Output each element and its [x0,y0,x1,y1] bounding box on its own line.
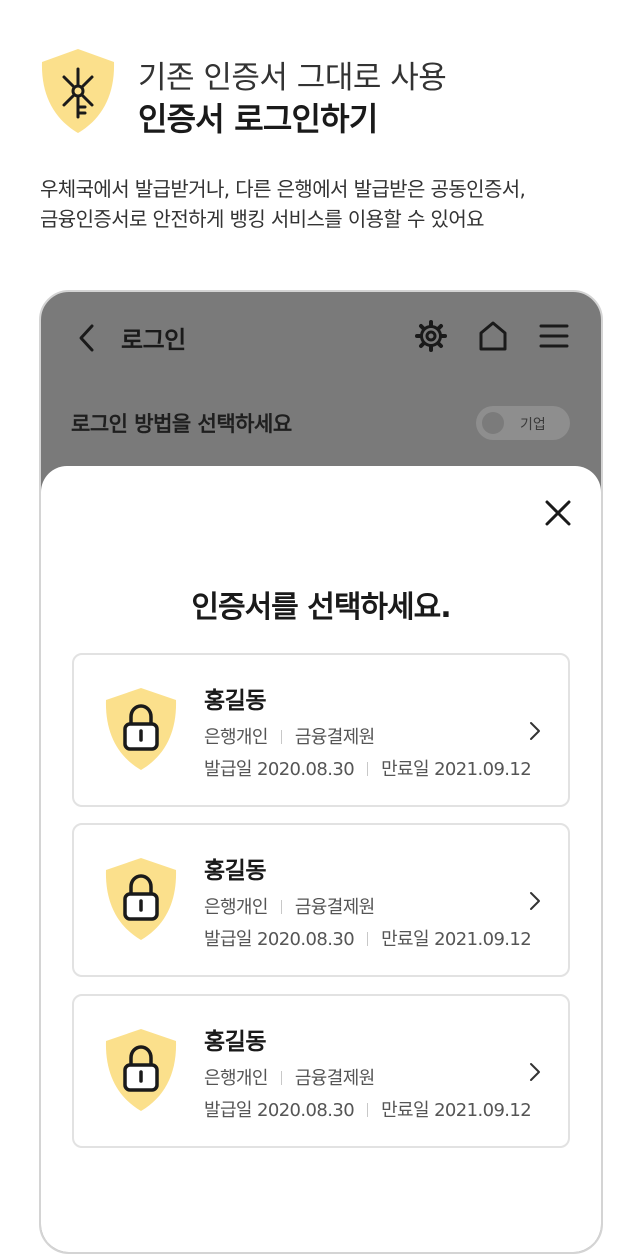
business-toggle[interactable]: 기업 [476,406,570,440]
divider [367,762,369,776]
home-icon[interactable] [478,320,508,352]
hero-description: 우체국에서 발급받거나, 다른 은행에서 발급받은 공동인증서, 금융인증서로 … [40,174,610,234]
divider [280,900,282,914]
description-line: 우체국에서 발급받거나, 다른 은행에서 발급받은 공동인증서, [40,177,526,201]
nav-title: 로그인 [121,326,186,354]
certificate-type: 은행개인 [204,897,268,918]
divider [367,932,369,946]
back-icon[interactable] [77,322,95,354]
certificate-date-line: 발급일 2020.08.30 만료일 2021.09.12 [204,1096,532,1122]
login-method-label: 로그인 방법을 선택하세요 [71,412,292,436]
close-icon[interactable] [543,498,573,528]
certificate-type-line: 은행개인 금융결제원 [204,1064,375,1090]
certificate-owner: 홍길동 [204,688,266,714]
certificate-expires: 만료일 2021.09.12 [381,1100,532,1121]
certificate-card[interactable]: 홍길동 은행개인 금융결제원 발급일 2020.08.30 만료일 2021.09.… [72,994,570,1148]
gear-icon[interactable] [415,320,447,352]
certificate-expires: 만료일 2021.09.12 [381,759,532,780]
certificate-date-line: 발급일 2020.08.30 만료일 2021.09.12 [204,755,532,781]
divider [367,1103,369,1117]
divider [280,730,282,744]
toggle-label: 기업 [520,417,546,433]
certificate-date-line: 발급일 2020.08.30 만료일 2021.09.12 [204,925,532,951]
certificate-card[interactable]: 홍길동 은행개인 금융결제원 발급일 2020.08.30 만료일 2021.09.… [72,653,570,807]
lock-shield-icon [105,1029,177,1111]
certificate-type-line: 은행개인 금융결제원 [204,723,375,749]
toggle-knob [482,412,504,434]
menu-icon[interactable] [539,322,569,350]
description-line: 금융인증서로 안전하게 뱅킹 서비스를 이용할 수 있어요 [40,207,485,231]
certificate-type-line: 은행개인 금융결제원 [204,893,375,919]
certificate-sheet: 인증서를 선택하세요. 홍길동 은행개인 금융결제원 발급일 2020.08.30… [41,466,601,1252]
certificate-card[interactable]: 홍길동 은행개인 금융결제원 발급일 2020.08.30 만료일 2021.09.… [72,823,570,977]
certificate-issued: 발급일 2020.08.30 [204,1100,355,1121]
certificate-type: 은행개인 [204,727,268,748]
lock-shield-icon [105,858,177,940]
certificate-expires: 만료일 2021.09.12 [381,929,532,950]
chevron-right-icon [530,722,540,740]
hero-title: 인증서 로그인하기 [138,100,378,138]
certificate-issuer: 금융결제원 [294,727,375,748]
certificate-type: 은행개인 [204,1068,268,1089]
lock-shield-icon [105,688,177,770]
certificate-owner: 홍길동 [204,858,266,884]
certificate-issued: 발급일 2020.08.30 [204,929,355,950]
certificate-owner: 홍길동 [204,1029,266,1055]
certificate-issuer: 금융결제원 [294,897,375,918]
certificate-issued: 발급일 2020.08.30 [204,759,355,780]
hero-subtitle: 기존 인증서 그대로 사용 [138,60,447,96]
certificate-issuer: 금융결제원 [294,1068,375,1089]
chevron-right-icon [530,1063,540,1081]
sheet-title: 인증서를 선택하세요. [191,590,451,625]
divider [280,1071,282,1085]
chevron-right-icon [530,892,540,910]
key-shield-icon [41,49,115,133]
phone-mockup: 로그인 로그인 방법을 선택하세요 기업 인증서를 선택하세요. 홍길동 은행개… [39,290,603,1254]
nav-bar: 로그인 [41,292,601,387]
